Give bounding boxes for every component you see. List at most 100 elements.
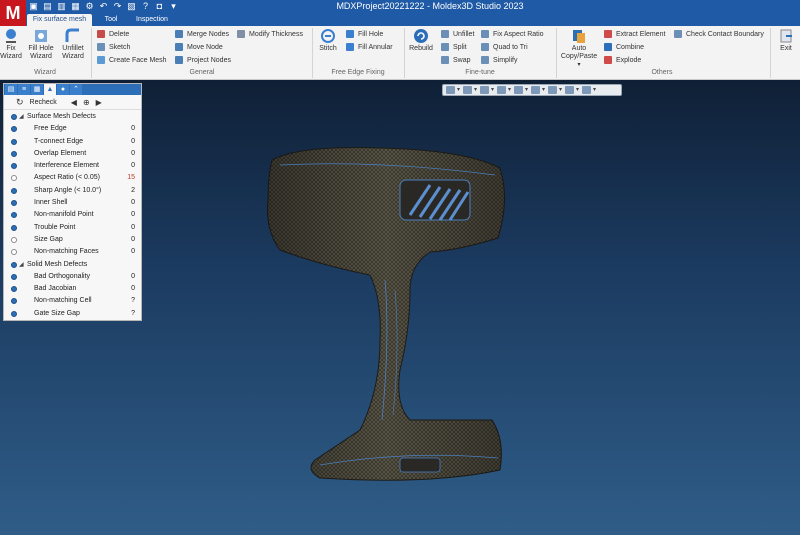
defect-row[interactable]: Size Gap 0 xyxy=(4,234,141,246)
view-pan-dropdown-icon[interactable]: ▾ xyxy=(474,86,478,94)
info-tab-icon[interactable]: ● xyxy=(57,84,69,95)
zoom-to-defect-icon[interactable]: ⊕ xyxy=(83,98,90,107)
unfillet-wizard-button[interactable]: Unfillet Wizard xyxy=(59,28,87,61)
unfillet-button[interactable]: Unfillet xyxy=(441,29,474,40)
defect-count: 2 xyxy=(131,186,135,194)
defect-row[interactable]: Trouble Point 0 xyxy=(4,222,141,234)
extract-element-button[interactable]: Extract Element xyxy=(604,29,665,40)
defect-row[interactable]: Non-matching Faces 0 xyxy=(4,246,141,258)
explode-button[interactable]: Explode xyxy=(604,55,641,66)
auto-copy-paste-dropdown-icon[interactable]: ▾ xyxy=(560,61,598,69)
defect-row[interactable]: Non-manifold Point 0 xyxy=(4,209,141,221)
create-face-mesh-button[interactable]: Create Face Mesh xyxy=(97,55,167,66)
defect-radio[interactable] xyxy=(11,273,17,280)
view-section-icon[interactable] xyxy=(548,86,557,94)
exit-button[interactable]: Exit xyxy=(774,28,798,53)
tab-inspection[interactable]: Inspection xyxy=(130,14,174,26)
next-arrow-icon[interactable]: ▶ xyxy=(96,98,102,107)
defect-radio[interactable] xyxy=(11,150,17,157)
defect-row[interactable]: Sharp Angle (< 10.0°) 2 xyxy=(4,185,141,197)
view-orientation-dropdown-icon[interactable]: ▾ xyxy=(525,86,529,94)
defect-row[interactable]: Bad Jacobian 0 xyxy=(4,283,141,295)
tab-tool[interactable]: Tool xyxy=(96,14,126,26)
defect-label: Size Gap xyxy=(34,235,63,243)
split-button[interactable]: Split xyxy=(441,42,467,53)
tab-fix-surface-mesh[interactable]: Fix surface mesh xyxy=(27,14,92,26)
view-fit-icon[interactable] xyxy=(497,86,506,94)
stitch-button[interactable]: Stitch xyxy=(316,28,340,53)
fill-hole-button[interactable]: Fill Hole xyxy=(346,29,383,40)
rebuild-button[interactable]: Rebuild xyxy=(408,28,434,53)
project-nodes-button[interactable]: Project Nodes xyxy=(175,55,231,66)
view-zoom-dropdown-icon[interactable]: ▾ xyxy=(491,86,495,94)
check-contact-boundary-button[interactable]: Check Contact Boundary xyxy=(674,29,764,40)
defect-radio[interactable] xyxy=(11,249,17,256)
power-drill-mesh-model[interactable] xyxy=(260,140,530,510)
defect-row[interactable]: Overlap Element 0 xyxy=(4,148,141,160)
defect-radio[interactable] xyxy=(11,212,17,219)
defect-row[interactable]: T-connect Edge 0 xyxy=(4,136,141,148)
view-pan-icon[interactable] xyxy=(463,86,472,94)
view-orientation-icon[interactable] xyxy=(514,86,523,94)
fill-hole-wizard-button[interactable]: Fill Hole Wizard xyxy=(27,28,55,61)
previous-arrow-icon[interactable]: ◀ xyxy=(71,98,77,107)
section-solid-mesh-defects[interactable]: ◢ Solid Mesh Defects xyxy=(4,259,141,271)
moldex3d-logo[interactable]: M xyxy=(0,0,26,26)
view-visibility-dropdown-icon[interactable]: ▾ xyxy=(576,86,580,94)
defect-radio[interactable] xyxy=(11,175,17,182)
defect-radio[interactable] xyxy=(11,286,17,293)
defect-radio[interactable] xyxy=(11,126,17,133)
defect-radio[interactable] xyxy=(11,224,17,231)
collapse-triangle-icon[interactable]: ◢ xyxy=(19,259,24,271)
section-radio[interactable] xyxy=(11,261,17,268)
merge-nodes-button[interactable]: Merge Nodes xyxy=(175,29,229,40)
mesh-check-tab-icon[interactable]: ▲ xyxy=(44,84,56,95)
defect-row[interactable]: Non-matching Cell? xyxy=(4,295,141,307)
model-tree-tab-icon[interactable]: ▤ xyxy=(5,84,17,95)
view-display-dropdown-icon[interactable]: ▾ xyxy=(542,86,546,94)
recheck-icon[interactable]: ↻ xyxy=(16,97,24,108)
3d-viewport[interactable]: ▾ ▾ ▾ ▾ ▾ ▾ ▾ ▾ ▾ ▤ ≡ ▦ ▲ ● ⌃ ↻ Recheck … xyxy=(0,80,800,535)
section-radio[interactable] xyxy=(11,114,17,120)
modify-thickness-button[interactable]: Modify Thickness xyxy=(237,29,303,40)
view-visibility-icon[interactable] xyxy=(565,86,574,94)
move-node-button[interactable]: Move Node xyxy=(175,42,223,53)
defect-row[interactable]: Gate Size Gap? xyxy=(4,308,141,320)
section-surface-mesh-defects[interactable]: ◢ Surface Mesh Defects xyxy=(4,111,141,123)
view-fit-dropdown-icon[interactable]: ▾ xyxy=(508,86,512,94)
recheck-button[interactable]: Recheck xyxy=(30,99,57,106)
collapse-tab-icon[interactable]: ⌃ xyxy=(70,84,82,95)
sketch-button[interactable]: Sketch xyxy=(97,42,130,53)
defect-radio[interactable] xyxy=(11,236,17,243)
combine-button[interactable]: Combine xyxy=(604,42,644,53)
defect-radio[interactable] xyxy=(11,138,17,145)
view-select-dropdown-icon[interactable]: ▾ xyxy=(457,86,461,94)
auto-copy-paste-button[interactable]: Auto Copy/Paste ▾ xyxy=(560,28,598,69)
collapse-triangle-icon[interactable]: ◢ xyxy=(19,111,24,123)
view-display-icon[interactable] xyxy=(531,86,540,94)
defect-row[interactable]: Bad Orthogonality 0 xyxy=(4,271,141,283)
defect-row[interactable]: Aspect Ratio (< 0.05) 15 xyxy=(4,172,141,184)
view-section-dropdown-icon[interactable]: ▾ xyxy=(559,86,563,94)
defect-radio[interactable] xyxy=(11,187,17,194)
attributes-tab-icon[interactable]: ▦ xyxy=(31,84,43,95)
delete-button[interactable]: Delete xyxy=(97,29,129,40)
view-window-dropdown-icon[interactable]: ▾ xyxy=(593,86,597,94)
defect-radio[interactable] xyxy=(11,163,17,170)
view-window-icon[interactable] xyxy=(582,86,591,94)
view-select-icon[interactable] xyxy=(446,86,455,94)
defect-radio[interactable] xyxy=(11,298,17,305)
layers-tab-icon[interactable]: ≡ xyxy=(18,84,30,95)
fill-annular-button[interactable]: Fill Annular xyxy=(346,42,393,53)
defect-radio[interactable] xyxy=(11,310,17,317)
swap-button[interactable]: Swap xyxy=(441,55,471,66)
quad-to-tri-button[interactable]: Quad to Tri xyxy=(481,42,528,53)
simplify-button[interactable]: Simplify xyxy=(481,55,518,66)
defect-row[interactable]: Free Edge 0 xyxy=(4,123,141,135)
defect-row[interactable]: Inner Shell 0 xyxy=(4,197,141,209)
fix-aspect-ratio-button[interactable]: Fix Aspect Ratio xyxy=(481,29,544,40)
view-zoom-icon[interactable] xyxy=(480,86,489,94)
defect-row[interactable]: Interference Element 0 xyxy=(4,160,141,172)
defect-radio[interactable] xyxy=(11,200,17,207)
fix-wizard-button[interactable]: Fix Wizard xyxy=(0,28,22,61)
